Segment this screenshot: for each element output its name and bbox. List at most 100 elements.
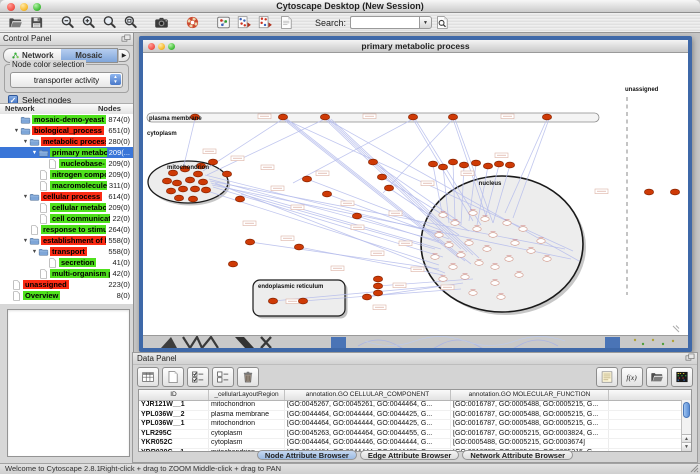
tree-item-count: 558(0) [106, 247, 130, 256]
import-attributes-button[interactable] [646, 367, 668, 387]
tree-item[interactable]: response to stimulu264(0) [0, 224, 133, 235]
network-graph[interactable]: plasma membranecytoplasmmitochondrionnuc… [143, 53, 688, 335]
table-cell: [GO:0016787, GO:0005215, GO:0003824, G..… [451, 430, 609, 439]
annotation-document-button[interactable] [276, 14, 297, 32]
network-canvas[interactable]: plasma membranecytoplasmmitochondrionnuc… [143, 53, 688, 335]
expander-arrow-icon[interactable]: ▼ [13, 128, 20, 134]
new-attribute-icon [166, 370, 180, 384]
table-header-row: ID_cellularLayoutRegionannotation.GO CEL… [139, 390, 691, 401]
attribute-table-button[interactable] [137, 367, 159, 387]
table-cell: [GO:0016787, GO:0005488, GO:0005215, G..… [451, 401, 609, 410]
column-header[interactable]: _cellularLayoutRegion [209, 390, 285, 400]
zoom-in-button[interactable] [78, 14, 99, 32]
tree-item[interactable]: ▼cellular process614(0) [0, 191, 133, 202]
tree-item[interactable]: cellular metabo209(0) [0, 202, 133, 213]
svg-text:mitochondrion: mitochondrion [167, 165, 209, 171]
render-artifact-strip [143, 335, 688, 348]
network-window-titlebar[interactable]: primary metabolic process [143, 40, 688, 53]
table-cell: [GO:0016787, GO:0005488, GO:0005215, G..… [451, 411, 609, 420]
matrix-button[interactable] [671, 367, 693, 387]
open-session-button[interactable] [5, 14, 26, 32]
folder-icon [20, 126, 32, 136]
window-titlebar[interactable]: Cytoscape Desktop (New Session) [0, 0, 700, 13]
tree-item[interactable]: secretion41(0) [0, 257, 133, 268]
tree-item[interactable]: nucleobase-209(0) [0, 158, 133, 169]
table-scrollbar[interactable]: ▲ ▼ [681, 400, 691, 451]
tab-node-attribute-browser[interactable]: Node Attribute Browser [257, 450, 357, 460]
node-color-dropdown[interactable]: transporter activity ▲▼ [10, 72, 123, 88]
table-cell: [GO:0045267, GO:0045261, GO:0044464, G..… [285, 401, 451, 410]
tree-item[interactable]: mosaic-demo-yeast874(0) [0, 114, 133, 125]
expander-arrow-icon[interactable]: ▼ [31, 150, 38, 156]
expander-arrow-icon[interactable]: ▼ [22, 139, 29, 145]
tree-item-count: 209(... [107, 148, 130, 157]
tree-item[interactable]: nitrogen compo209(0) [0, 169, 133, 180]
table-cell-filler [609, 401, 691, 410]
tab-edge-attribute-browser[interactable]: Edge Attribute Browser [360, 450, 459, 460]
tree-item[interactable]: Overview8(0) [0, 290, 133, 301]
annotation-button[interactable] [596, 367, 618, 387]
tree-item[interactable]: ▼primary metabo209(... [0, 147, 133, 158]
status-welcome: Welcome to Cytoscape 2.8.1 [5, 464, 101, 474]
table-row[interactable]: YJR121W__1mitochondrion[GO:0045267, GO:0… [139, 401, 691, 411]
new-attribute-button[interactable] [162, 367, 184, 387]
unselect-attributes-icon [216, 370, 230, 384]
artifact-graphic [143, 336, 688, 348]
dropdown-stepper-icon: ▲▼ [110, 74, 121, 85]
tree-item[interactable]: ▼transport558(0) [0, 246, 133, 257]
search-dropdown-button[interactable]: ▼ [419, 16, 432, 29]
search-options-button[interactable] [432, 14, 453, 32]
expander-arrow-icon[interactable]: ▼ [22, 238, 29, 244]
tree-item[interactable]: ▼establishment of lo558(0) [0, 235, 133, 246]
help-button[interactable] [182, 14, 203, 32]
table-row[interactable]: YPL036W__2plasma membrane[GO:0044464, GO… [139, 411, 691, 421]
file-icon [38, 214, 50, 224]
network-overview-button[interactable] [213, 14, 234, 32]
minimize-view-button[interactable] [158, 43, 165, 50]
tab-network-attribute-browser[interactable]: Network Attribute Browser [462, 450, 573, 460]
close-view-button[interactable] [148, 43, 155, 50]
delete-attribute-icon [241, 370, 255, 384]
table-row[interactable]: YLR295Ccytoplasm[GO:0045263, GO:0044464,… [139, 430, 691, 440]
tree-item[interactable]: macromolecule311(0) [0, 180, 133, 191]
apply-layout-alt-button[interactable] [255, 14, 276, 32]
document-edit-icon [279, 15, 294, 30]
table-row[interactable]: YKR052Ccytoplasm[GO:0044464, GO:0044446,… [139, 439, 691, 449]
tab-overflow-button[interactable]: ▶ [118, 49, 130, 62]
table-cell: YPL036W__2 [139, 411, 209, 420]
formula-builder-button[interactable]: f(x) [621, 367, 643, 387]
select-attributes-button[interactable] [187, 367, 209, 387]
file-icon [11, 291, 23, 301]
file-icon [38, 269, 50, 279]
expander-arrow-icon[interactable]: ▼ [22, 194, 29, 200]
tree-item[interactable]: ▼metabolic process280(0) [0, 136, 133, 147]
delete-attribute-button[interactable] [237, 367, 259, 387]
table-row[interactable]: YPL036W__1mitochondrion[GO:0044464, GO:0… [139, 420, 691, 430]
tree-item[interactable]: ▼biological_process651(0) [0, 125, 133, 136]
unselect-attributes-button[interactable] [212, 367, 234, 387]
tree-item-count: 209(0) [106, 159, 130, 168]
float-panel-icon[interactable] [121, 34, 131, 44]
tree-item[interactable]: multi-organism pro42(0) [0, 268, 133, 279]
expander-arrow-icon[interactable]: ▼ [31, 249, 38, 255]
zoom-selected-button[interactable] [120, 14, 141, 32]
file-icon [29, 225, 41, 235]
cytoscape-desktop-window: Cytoscape Desktop (New Session) Search: … [0, 0, 700, 474]
apply-layout-button[interactable] [234, 14, 255, 32]
network-tree: mosaic-demo-yeast874(0)▼biological_proce… [0, 114, 133, 304]
tree-item[interactable]: cell communicat22(0) [0, 213, 133, 224]
zoom-out-button[interactable] [57, 14, 78, 32]
column-header[interactable]: annotation.GO MOLECULAR_FUNCTION [451, 390, 609, 400]
float-data-panel-icon[interactable] [685, 353, 695, 363]
search-input[interactable] [350, 16, 419, 29]
maximize-view-button[interactable] [168, 43, 175, 50]
column-header[interactable]: annotation.GO CELLULAR_COMPONENT [285, 390, 451, 400]
column-header[interactable]: ID [139, 390, 209, 400]
snapshot-button[interactable] [151, 14, 172, 32]
resize-grip[interactable] [690, 464, 699, 473]
scrollbar-thumb[interactable] [683, 402, 690, 418]
birdseye-view-panel[interactable] [7, 309, 130, 457]
tree-item[interactable]: unassigned223(0) [0, 279, 133, 290]
zoom-fit-button[interactable] [99, 14, 120, 32]
save-session-button[interactable] [26, 14, 47, 32]
